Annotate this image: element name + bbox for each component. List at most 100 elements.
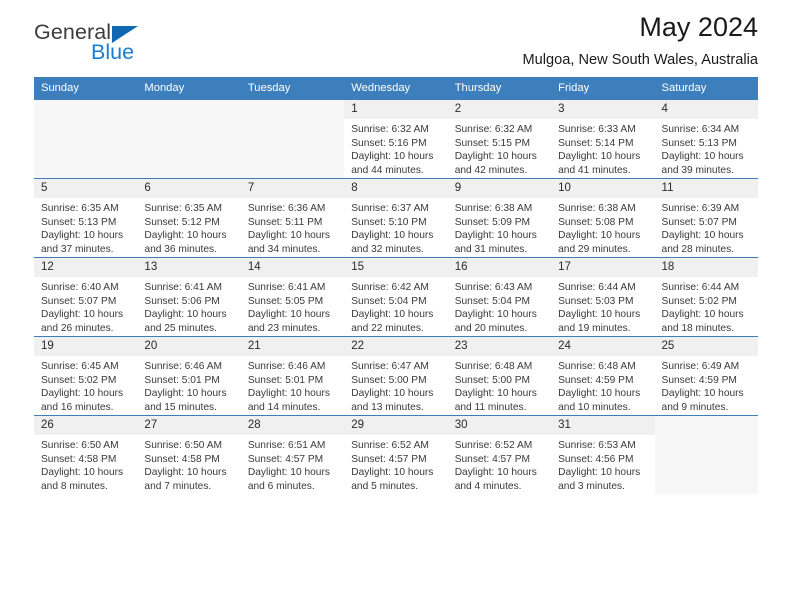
calendar-day-cell[interactable]: 14 Sunrise: 6:41 AM Sunset: 5:05 PM Dayligh… <box>240 257 345 337</box>
sunrise-text: Sunrise: 6:49 AM <box>661 361 740 373</box>
calendar-day-cell[interactable]: 3 Sunrise: 6:33 AM Sunset: 5:14 PM Daylight… <box>551 99 655 179</box>
day-number: 19 <box>34 337 138 357</box>
calendar-day-cell[interactable]: 6 Sunrise: 6:35 AM Sunset: 5:12 PM Daylight… <box>137 178 241 258</box>
sunrise-sunset-calendar-table: Sunday Monday Tuesday Wednesday Thursday… <box>34 77 758 494</box>
sunset-text: Sunset: 4:59 PM <box>558 374 634 386</box>
sunset-text: Sunset: 4:57 PM <box>351 453 427 465</box>
calendar-week-row: 12 Sunrise: 6:40 AM Sunset: 5:07 PM Dayligh… <box>34 257 758 337</box>
daylight-text-line1: Daylight: 10 hours <box>454 467 537 479</box>
day-number: 13 <box>137 258 241 278</box>
day-details: Sunrise: 6:41 AM Sunset: 5:05 PM Daylight:… <box>241 277 344 335</box>
daylight-text-line1: Daylight: 10 hours <box>351 230 434 242</box>
day-number: 18 <box>654 258 758 278</box>
calendar-day-cell[interactable]: 19 Sunrise: 6:45 AM Sunset: 5:02 PM Dayligh… <box>34 336 138 416</box>
day-number: 22 <box>344 337 448 357</box>
calendar-day-cell[interactable]: 23 Sunrise: 6:48 AM Sunset: 5:00 PM Dayligh… <box>447 336 552 416</box>
sunrise-text: Sunrise: 6:47 AM <box>351 361 429 373</box>
daylight-text-line1: Daylight: 10 hours <box>247 388 330 400</box>
daylight-text-line1: Daylight: 10 hours <box>661 151 744 163</box>
calendar-day-cell[interactable]: 31 Sunrise: 6:53 AM Sunset: 4:56 PM Dayligh… <box>551 415 655 494</box>
daylight-text-line1: Daylight: 10 hours <box>661 388 744 400</box>
sunset-text: Sunset: 5:16 PM <box>351 137 427 149</box>
calendar-day-cell[interactable]: 13 Sunrise: 6:41 AM Sunset: 5:06 PM Dayligh… <box>137 257 241 337</box>
calendar-day-cell[interactable]: 7 Sunrise: 6:36 AM Sunset: 5:11 PM Daylight… <box>240 178 345 258</box>
weekday-header-row: Sunday Monday Tuesday Wednesday Thursday… <box>34 77 758 100</box>
sunset-text: Sunset: 5:09 PM <box>454 216 531 228</box>
calendar-day-cell[interactable]: 27 Sunrise: 6:50 AM Sunset: 4:58 PM Dayligh… <box>137 415 241 494</box>
sunrise-text: Sunrise: 6:45 AM <box>41 361 119 373</box>
day-number: 21 <box>240 337 345 357</box>
calendar-day-cell[interactable]: 15 Sunrise: 6:42 AM Sunset: 5:04 PM Dayligh… <box>344 257 448 337</box>
sunset-text: Sunset: 5:07 PM <box>41 295 117 307</box>
daylight-text-line2: and 42 minutes. <box>454 165 528 176</box>
sunrise-text: Sunrise: 6:52 AM <box>351 440 429 452</box>
calendar-day-cell[interactable]: 26 Sunrise: 6:50 AM Sunset: 4:58 PM Dayligh… <box>34 415 138 494</box>
calendar-day-cell[interactable]: 29 Sunrise: 6:52 AM Sunset: 4:57 PM Dayligh… <box>344 415 448 494</box>
daylight-text-line2: and 20 minutes. <box>454 323 528 334</box>
day-number: 11 <box>654 179 758 199</box>
calendar-day-cell[interactable]: 4 Sunrise: 6:34 AM Sunset: 5:13 PM Daylight… <box>654 99 758 179</box>
calendar-day-cell[interactable]: 2 Sunrise: 6:32 AM Sunset: 5:15 PM Daylight… <box>447 99 552 179</box>
day-number: 16 <box>447 258 552 278</box>
calendar-day-cell[interactable]: 10 Sunrise: 6:38 AM Sunset: 5:08 PM Dayligh… <box>551 178 655 258</box>
calendar-day-cell[interactable]: 20 Sunrise: 6:46 AM Sunset: 5:01 PM Dayligh… <box>137 336 241 416</box>
calendar-day-cell[interactable]: 22 Sunrise: 6:47 AM Sunset: 5:00 PM Dayligh… <box>344 336 448 416</box>
calendar-day-cell[interactable]: 5 Sunrise: 6:35 AM Sunset: 5:13 PM Daylight… <box>34 178 138 258</box>
calendar-day-cell[interactable]: 16 Sunrise: 6:43 AM Sunset: 5:04 PM Dayligh… <box>447 257 552 337</box>
day-number: 17 <box>551 258 655 278</box>
sunrise-text: Sunrise: 6:38 AM <box>558 203 636 215</box>
weekday-header-monday: Monday <box>137 77 241 100</box>
calendar-cell-empty <box>137 99 241 179</box>
sunset-text: Sunset: 5:13 PM <box>661 137 737 149</box>
daylight-text-line2: and 5 minutes. <box>351 481 419 492</box>
logo-text-blue: Blue <box>91 40 135 64</box>
daylight-text-line2: and 14 minutes. <box>247 402 321 413</box>
sunrise-text: Sunrise: 6:40 AM <box>41 282 119 294</box>
day-number: 25 <box>654 337 758 357</box>
day-number: 4 <box>654 100 758 120</box>
daylight-text-line2: and 9 minutes. <box>661 402 729 413</box>
day-details: Sunrise: 6:53 AM Sunset: 4:56 PM Daylight:… <box>551 435 654 493</box>
daylight-text-line2: and 44 minutes. <box>351 165 424 176</box>
daylight-text-line1: Daylight: 10 hours <box>351 151 434 163</box>
sunrise-text: Sunrise: 6:50 AM <box>144 440 223 452</box>
sunset-text: Sunset: 5:11 PM <box>247 216 323 228</box>
sunrise-text: Sunrise: 6:48 AM <box>454 361 533 373</box>
daylight-text-line2: and 23 minutes. <box>247 323 321 334</box>
day-number: 15 <box>344 258 448 278</box>
calendar-day-cell[interactable]: 28 Sunrise: 6:51 AM Sunset: 4:57 PM Dayligh… <box>240 415 345 494</box>
sunrise-text: Sunrise: 6:50 AM <box>41 440 119 452</box>
daylight-text-line2: and 18 minutes. <box>661 323 735 334</box>
calendar-day-cell[interactable]: 25 Sunrise: 6:49 AM Sunset: 4:59 PM Dayligh… <box>654 336 758 416</box>
calendar-page: General Blue May 2024 Mulgoa, New South … <box>0 0 792 612</box>
sunset-text: Sunset: 5:02 PM <box>661 295 737 307</box>
calendar-day-cell[interactable]: 8 Sunrise: 6:37 AM Sunset: 5:10 PM Daylight… <box>344 178 448 258</box>
calendar-day-cell[interactable]: 17 Sunrise: 6:44 AM Sunset: 5:03 PM Dayligh… <box>551 257 655 337</box>
day-details: Sunrise: 6:46 AM Sunset: 5:01 PM Daylight:… <box>137 356 240 414</box>
sunrise-text: Sunrise: 6:32 AM <box>351 124 429 136</box>
calendar-day-cell[interactable]: 21 Sunrise: 6:46 AM Sunset: 5:01 PM Dayligh… <box>240 336 345 416</box>
calendar-day-cell[interactable]: 30 Sunrise: 6:52 AM Sunset: 4:57 PM Dayligh… <box>447 415 552 494</box>
sunrise-text: Sunrise: 6:44 AM <box>558 282 636 294</box>
calendar-day-cell[interactable]: 1 Sunrise: 6:32 AM Sunset: 5:16 PM Daylight… <box>344 99 448 179</box>
calendar-day-cell[interactable]: 24 Sunrise: 6:48 AM Sunset: 4:59 PM Dayligh… <box>551 336 655 416</box>
sunrise-text: Sunrise: 6:52 AM <box>454 440 533 452</box>
sunrise-text: Sunrise: 6:41 AM <box>247 282 326 294</box>
calendar-day-cell[interactable]: 12 Sunrise: 6:40 AM Sunset: 5:07 PM Dayligh… <box>34 257 138 337</box>
daylight-text-line2: and 6 minutes. <box>247 481 315 492</box>
daylight-text-line2: and 25 minutes. <box>144 323 217 334</box>
day-number: 29 <box>344 416 448 436</box>
day-details: Sunrise: 6:40 AM Sunset: 5:07 PM Daylight:… <box>34 277 137 335</box>
day-number: 12 <box>34 258 138 278</box>
calendar-day-cell[interactable]: 9 Sunrise: 6:38 AM Sunset: 5:09 PM Daylight… <box>447 178 552 258</box>
day-number: 7 <box>240 179 345 199</box>
weekday-header-friday: Friday <box>551 77 655 100</box>
day-details: Sunrise: 6:35 AM Sunset: 5:12 PM Daylight:… <box>137 198 240 256</box>
calendar-week-row: 1 Sunrise: 6:32 AM Sunset: 5:16 PM Daylight… <box>34 99 758 179</box>
day-number: 8 <box>344 179 448 199</box>
page-title: May 2024 <box>639 12 758 42</box>
sunrise-text: Sunrise: 6:41 AM <box>144 282 223 294</box>
day-number: 24 <box>551 337 655 357</box>
calendar-day-cell[interactable]: 11 Sunrise: 6:39 AM Sunset: 5:07 PM Dayligh… <box>654 178 758 258</box>
calendar-day-cell[interactable]: 18 Sunrise: 6:44 AM Sunset: 5:02 PM Dayligh… <box>654 257 758 337</box>
